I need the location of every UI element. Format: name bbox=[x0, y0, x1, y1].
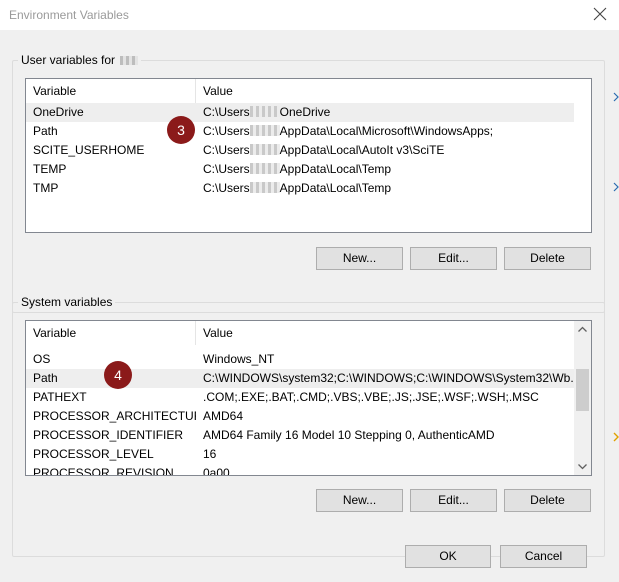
variable-cell: PROCESSOR_REVISION bbox=[33, 466, 174, 476]
title-bar: Environment Variables bbox=[0, 0, 619, 30]
system-variables-label: System variables bbox=[18, 295, 116, 309]
masked-username bbox=[249, 163, 280, 174]
value-cell: 0a00 bbox=[203, 466, 230, 476]
variable-cell: SCITE_USERHOME bbox=[33, 143, 145, 157]
variable-cell: TMP bbox=[33, 181, 59, 195]
step-badge-4: 4 bbox=[104, 361, 132, 389]
list-header: Variable Value bbox=[26, 321, 576, 345]
background-window-edge-icon bbox=[613, 92, 619, 102]
column-header-variable[interactable]: Variable bbox=[26, 79, 196, 103]
value-cell: Windows_NT bbox=[203, 352, 275, 366]
step-badge-3: 3 bbox=[167, 116, 195, 144]
background-window-edge-icon bbox=[613, 432, 619, 442]
value-cell: AMD64 bbox=[203, 409, 244, 423]
value-cell: 16 bbox=[203, 447, 217, 461]
table-row[interactable]: PROCESSOR_IDENTIFIER AMD64 Family 16 Mode… bbox=[26, 426, 574, 445]
value-cell: C:\Users AppData\Local\Microsoft\WindowsA… bbox=[203, 124, 494, 138]
masked-username bbox=[249, 125, 280, 136]
ok-button[interactable]: OK bbox=[405, 545, 491, 568]
masked-username bbox=[249, 182, 280, 193]
variable-cell: PROCESSOR_ARCHITECTURE bbox=[33, 409, 196, 423]
value-cell: AMD64 Family 16 Model 10 Stepping 0, Aut… bbox=[203, 428, 495, 442]
value-cell: C:\Users AppData\Local\AutoIt v3\SciTE bbox=[203, 143, 445, 157]
user-variables-list[interactable]: Variable Value OneDrive C:\Users OneDrive P… bbox=[25, 78, 592, 233]
vertical-scrollbar[interactable] bbox=[574, 321, 591, 475]
masked-username bbox=[120, 56, 139, 66]
masked-username bbox=[249, 144, 280, 155]
dialog-body: User variables for Variable Value OneDri… bbox=[0, 30, 619, 582]
scroll-up-icon[interactable] bbox=[574, 321, 591, 338]
system-edit-button[interactable]: Edit... bbox=[410, 489, 497, 512]
table-row[interactable]: Path C:\Users AppData\Local\Microsoft\Wind… bbox=[26, 122, 574, 141]
variable-cell: TEMP bbox=[33, 162, 67, 176]
table-row[interactable]: PROCESSOR_REVISION 0a00 bbox=[26, 464, 574, 476]
value-cell: C:\Users AppData\Local\Temp bbox=[203, 181, 392, 195]
system-new-button[interactable]: New... bbox=[316, 489, 403, 512]
variable-cell: PROCESSOR_LEVEL bbox=[33, 447, 154, 461]
scroll-down-icon[interactable] bbox=[574, 458, 591, 475]
table-row[interactable]: OneDrive C:\Users OneDrive bbox=[26, 103, 574, 122]
system-delete-button[interactable]: Delete bbox=[504, 489, 591, 512]
user-delete-button[interactable]: Delete bbox=[504, 247, 591, 270]
masked-username bbox=[249, 106, 280, 117]
variable-cell: PROCESSOR_IDENTIFIER bbox=[33, 428, 184, 442]
value-cell: C:\Users AppData\Local\Temp bbox=[203, 162, 392, 176]
user-new-button[interactable]: New... bbox=[316, 247, 403, 270]
user-edit-button[interactable]: Edit... bbox=[410, 247, 497, 270]
close-icon[interactable] bbox=[593, 6, 607, 22]
cancel-button[interactable]: Cancel bbox=[500, 545, 587, 568]
scrollbar-thumb[interactable] bbox=[576, 369, 589, 411]
value-cell: C:\WINDOWS\system32;C:\WINDOWS;C:\WINDOW… bbox=[203, 371, 574, 385]
table-row[interactable]: PROCESSOR_LEVEL 16 bbox=[26, 445, 574, 464]
system-variables-list[interactable]: Variable Value OS Windows_NT Path C:\WINDOW… bbox=[25, 320, 592, 476]
column-header-value[interactable]: Value bbox=[196, 321, 576, 345]
table-row[interactable]: TEMP C:\Users AppData\Local\Temp bbox=[26, 160, 574, 179]
window-title: Environment Variables bbox=[9, 8, 129, 22]
variable-cell: PATHEXT bbox=[33, 390, 87, 404]
table-row[interactable]: SCITE_USERHOME C:\Users AppData\Local\Auto… bbox=[26, 141, 574, 160]
table-row[interactable]: PROCESSOR_ARCHITECTURE AMD64 bbox=[26, 407, 574, 426]
table-row[interactable]: PATHEXT .COM;.EXE;.BAT;.CMD;.VBS;.VBE;.JS… bbox=[26, 388, 574, 407]
column-header-variable[interactable]: Variable bbox=[26, 321, 196, 345]
user-rows: OneDrive C:\Users OneDrive Path C:\Users AppD… bbox=[26, 103, 574, 198]
value-cell: C:\Users OneDrive bbox=[203, 105, 331, 119]
user-variables-label: User variables for bbox=[18, 53, 142, 67]
background-window-edge-icon bbox=[613, 182, 619, 192]
column-header-value[interactable]: Value bbox=[196, 79, 576, 103]
value-cell: .COM;.EXE;.BAT;.CMD;.VBS;.VBE;.JS;.JSE;.… bbox=[203, 390, 539, 404]
table-row[interactable]: TMP C:\Users AppData\Local\Temp bbox=[26, 179, 574, 198]
list-header: Variable Value bbox=[26, 79, 576, 103]
